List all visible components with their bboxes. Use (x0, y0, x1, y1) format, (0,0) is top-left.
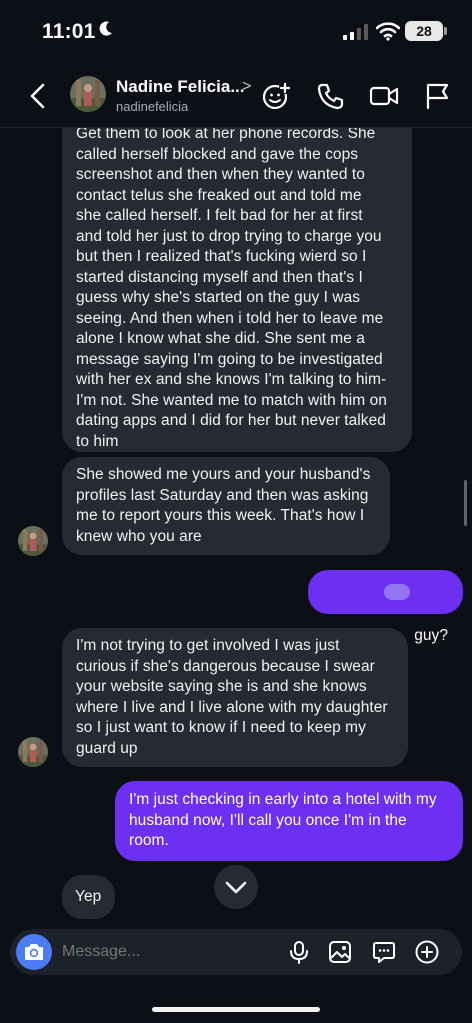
message-bubble[interactable]: Is it that sl guy? (308, 570, 463, 644)
home-indicator[interactable] (152, 1007, 320, 1012)
flag-icon[interactable] (423, 81, 453, 111)
message-bubble[interactable]: Get them to look at her phone records. S… (62, 128, 412, 452)
scroll-to-bottom-button[interactable] (214, 865, 258, 909)
message-composer (10, 929, 462, 975)
scrollbar[interactable] (464, 480, 467, 526)
camera-icon (25, 944, 43, 960)
battery-indicator: 28 (405, 21, 443, 41)
message-bubble[interactable]: Yep (62, 875, 115, 919)
camera-button[interactable] (16, 934, 52, 970)
blur-redaction (384, 584, 410, 600)
battery-cap (444, 27, 447, 35)
back-icon[interactable] (26, 82, 50, 110)
message-bubble[interactable]: I'm just checking in early into a hotel … (115, 781, 463, 861)
chat-header: Nadine Felicia... > nadinefelicia (0, 64, 472, 128)
chevron-right-icon[interactable]: > (242, 78, 251, 96)
chat-icon[interactable] (372, 940, 396, 964)
status-time: 11:01 (42, 20, 113, 44)
moon-icon (99, 21, 112, 36)
sticker-icon[interactable] (262, 81, 292, 111)
video-icon[interactable] (369, 81, 399, 111)
sender-avatar[interactable] (18, 526, 48, 556)
contact-name[interactable]: Nadine Felicia... (116, 77, 245, 97)
status-bar: 11:01 28 (0, 0, 472, 64)
signal-icon (343, 24, 368, 40)
message-bubble[interactable]: She showed me yours and your husband's p… (62, 457, 390, 555)
contact-avatar[interactable] (70, 76, 106, 112)
sender-avatar[interactable] (18, 737, 48, 767)
gallery-icon[interactable] (328, 940, 352, 964)
plus-icon[interactable] (415, 940, 439, 964)
chevron-down-icon (225, 881, 247, 894)
wifi-icon (376, 22, 400, 41)
contact-handle: nadinefelicia (116, 99, 189, 114)
clock-text: 11:01 (42, 20, 96, 43)
mic-icon[interactable] (287, 940, 311, 964)
phone-icon[interactable] (316, 81, 346, 111)
message-input[interactable] (62, 929, 262, 975)
message-bubble[interactable]: I'm not trying to get involved I was jus… (62, 628, 408, 767)
